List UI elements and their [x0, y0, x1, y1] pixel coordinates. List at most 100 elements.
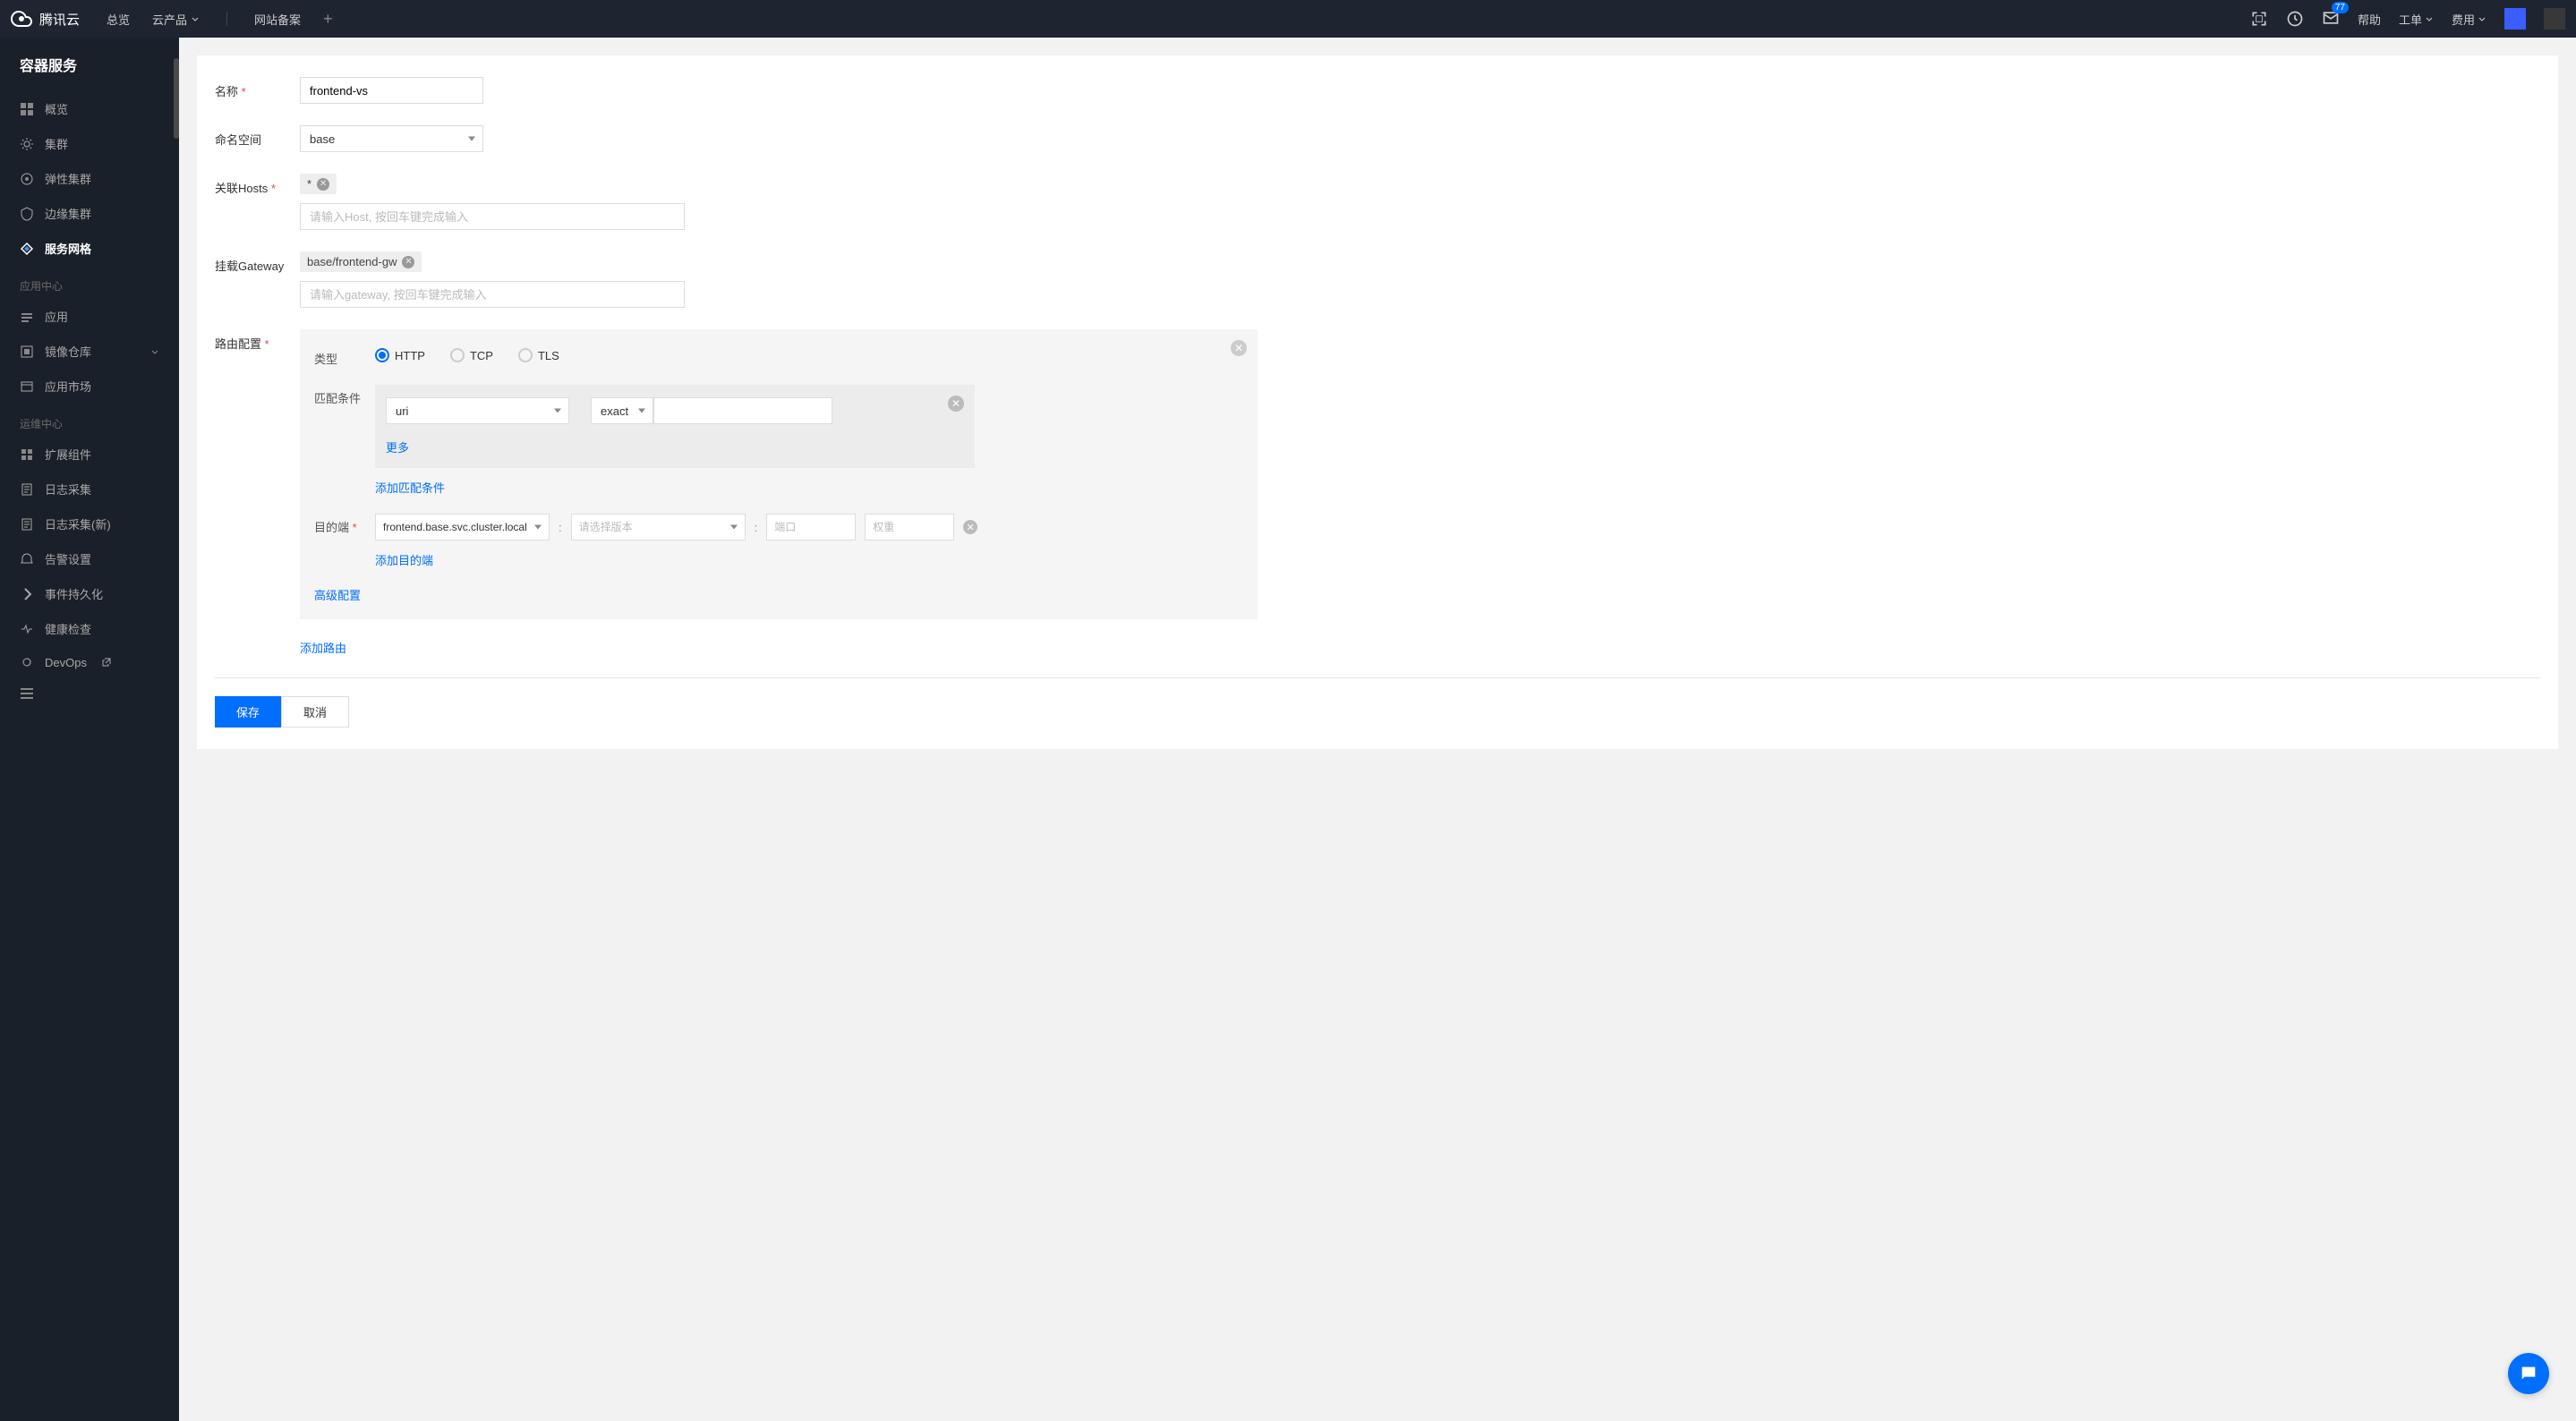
sidebar-scrollbar[interactable] [174, 58, 179, 139]
hosts-input[interactable] [300, 203, 685, 230]
tag-remove-icon[interactable]: ✕ [317, 178, 329, 191]
registry-icon [20, 345, 34, 359]
top-nav-links: 总览 云产品 网站备案 + [107, 10, 333, 29]
sidebar-item-event[interactable]: 事件持久化 [0, 576, 179, 611]
logo-area[interactable]: 腾讯云 [11, 8, 80, 30]
sidebar-collapse[interactable] [0, 678, 179, 711]
nav-products[interactable]: 云产品 [152, 11, 200, 28]
divider [215, 677, 2540, 678]
sidebar-item-elastic[interactable]: 弹性集群 [0, 161, 179, 196]
grid-icon [20, 102, 34, 116]
radio-icon [450, 348, 465, 362]
more-link[interactable]: 更多 [386, 441, 409, 455]
type-label: 类型 [314, 345, 375, 367]
advanced-link[interactable]: 高级配置 [314, 589, 361, 602]
match-op-select[interactable]: exact [591, 397, 653, 424]
chat-icon [2519, 1364, 2538, 1383]
add-route-link[interactable]: 添加路由 [300, 639, 346, 656]
name-label: 名称 [215, 77, 300, 99]
host-tag: * ✕ [300, 174, 337, 194]
sidebar-item-app[interactable]: 应用 [0, 299, 179, 334]
billing-link[interactable]: 费用 [2452, 11, 2486, 28]
match-field-select[interactable]: uri [386, 397, 569, 424]
sidebar-item-cluster[interactable]: 集群 [0, 126, 179, 161]
devops-icon [20, 655, 34, 669]
row-gateway: 挂载Gateway base/frontend-gw ✕ [215, 251, 2540, 308]
sidebar-item-overview[interactable]: 概览 [0, 91, 179, 126]
alert-icon [20, 552, 34, 566]
header-right: 77 帮助 工单 费用 [2250, 8, 2565, 30]
external-link-icon [101, 657, 112, 668]
dest-label: 目的端 [314, 514, 375, 535]
radio-http[interactable]: HTTP [375, 348, 425, 362]
nav-overview[interactable]: 总览 [107, 11, 130, 28]
gateway-input[interactable] [300, 281, 685, 308]
namespace-select[interactable]: base [300, 125, 483, 152]
sidebar-item-market[interactable]: 应用市场 [0, 369, 179, 404]
type-radio-group: HTTP TCP TLS [375, 345, 559, 362]
gear-icon [20, 137, 34, 151]
match-label: 匹配条件 [314, 385, 375, 406]
clock-icon[interactable] [2286, 10, 2304, 28]
nav-divider [226, 12, 227, 26]
sidebar-item-edge[interactable]: 边缘集群 [0, 196, 179, 231]
hosts-label: 关联Hosts [215, 174, 300, 196]
brand-name: 腾讯云 [39, 10, 80, 29]
radio-tls[interactable]: TLS [518, 348, 559, 362]
name-input[interactable] [300, 77, 483, 104]
close-icon[interactable]: ✕ [948, 396, 964, 412]
scan-icon[interactable] [2250, 10, 2268, 28]
add-match-link[interactable]: 添加匹配条件 [375, 481, 445, 495]
elastic-icon [20, 172, 34, 186]
addon-icon [20, 447, 34, 462]
chat-fab[interactable] [2508, 1353, 2549, 1394]
log-icon [20, 517, 34, 532]
sidebar-item-addon[interactable]: 扩展组件 [0, 437, 179, 472]
route-label: 路由配置 [215, 329, 300, 352]
remove-icon[interactable]: ✕ [963, 520, 977, 534]
nav-add-icon[interactable]: + [323, 10, 333, 29]
sidebar-item-mesh[interactable]: 服务网格 [0, 231, 179, 266]
market-icon [20, 379, 34, 394]
dest-port-input[interactable] [766, 514, 856, 540]
event-icon [20, 587, 34, 601]
ticket-link[interactable]: 工单 [2399, 11, 2434, 28]
mail-notification[interactable]: 77 [2322, 9, 2340, 30]
cloud-logo-icon [11, 8, 32, 30]
radio-tcp[interactable]: TCP [450, 348, 493, 362]
main-content: 名称 命名空间 base 关联Hosts * ✕ [179, 38, 2576, 1421]
add-dest-link[interactable]: 添加目的端 [375, 554, 433, 567]
sidebar-item-health[interactable]: 健康检查 [0, 611, 179, 646]
match-controls: uri exact [386, 397, 964, 424]
chevron-down-icon [554, 409, 561, 413]
tag-remove-icon[interactable]: ✕ [402, 256, 414, 268]
dest-version-select[interactable] [571, 514, 746, 540]
user-avatar[interactable] [2504, 8, 2526, 30]
namespace-label: 命名空间 [215, 125, 300, 148]
sidebar-item-registry[interactable]: 镜像仓库 [0, 334, 179, 369]
help-link[interactable]: 帮助 [2358, 11, 2381, 28]
mesh-icon [20, 242, 34, 256]
gateway-label: 挂载Gateway [215, 251, 300, 274]
save-button[interactable]: 保存 [215, 696, 281, 728]
user-avatar-secondary[interactable] [2544, 8, 2565, 30]
sidebar-section-app: 应用中心 [0, 266, 179, 299]
chevron-down-icon [191, 14, 200, 23]
sidebar-item-alert[interactable]: 告警设置 [0, 541, 179, 576]
sidebar-item-log[interactable]: 日志采集 [0, 472, 179, 506]
dest-row: frontend.base.svc.cluster.local : : [375, 514, 977, 540]
separator: : [755, 521, 758, 534]
match-value-input[interactable] [653, 397, 832, 424]
gateway-tag: base/frontend-gw ✕ [300, 251, 422, 272]
chevron-down-icon [2425, 14, 2434, 23]
sidebar-item-devops[interactable]: DevOps [0, 646, 179, 678]
cancel-button[interactable]: 取消 [281, 696, 349, 728]
sidebar-item-log-new[interactable]: 日志采集(新) [0, 506, 179, 541]
close-icon[interactable]: ✕ [1231, 340, 1247, 356]
dest-service-select[interactable]: frontend.base.svc.cluster.local [375, 514, 550, 540]
sub-type: 类型 HTTP TCP T [314, 345, 1243, 367]
dest-weight-input[interactable] [865, 514, 954, 540]
nav-beian[interactable]: 网站备案 [254, 11, 301, 28]
row-namespace: 命名空间 base [215, 125, 2540, 152]
separator: : [559, 521, 562, 534]
